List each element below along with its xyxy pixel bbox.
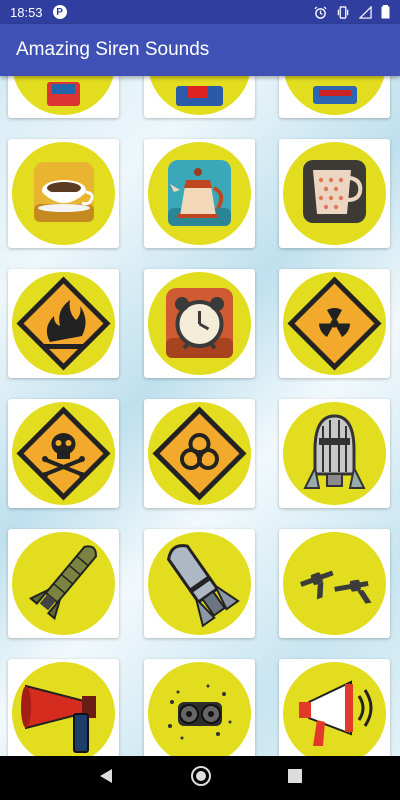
partial-icon xyxy=(12,76,115,115)
vibrate-icon xyxy=(336,5,350,19)
partial-icon xyxy=(283,76,386,115)
sound-grid[interactable] xyxy=(0,76,400,756)
app-bar: Amazing Siren Sounds xyxy=(0,24,400,76)
revolvers-icon xyxy=(283,532,386,635)
grid-row xyxy=(0,399,400,508)
air-horn-icon xyxy=(12,662,115,756)
sound-tile-skull[interactable] xyxy=(8,399,119,508)
nuclear-bomb-icon xyxy=(283,402,386,505)
grid-row xyxy=(0,76,400,118)
megaphone-icon xyxy=(283,662,386,756)
sound-tile-air-horn[interactable] xyxy=(8,659,119,756)
battery-icon xyxy=(381,5,390,19)
sound-tile-fire[interactable] xyxy=(8,269,119,378)
speaker-icon xyxy=(147,662,251,756)
sound-tile-revolvers[interactable] xyxy=(279,529,390,638)
partial-icon xyxy=(147,76,251,115)
alarm-icon xyxy=(314,5,327,19)
missile-icon xyxy=(12,532,115,635)
fire-warning-icon xyxy=(12,272,115,375)
tea-mug-icon xyxy=(283,142,386,245)
sound-tile-teapot[interactable] xyxy=(143,139,255,248)
status-bar: 18:53 P xyxy=(0,0,400,24)
back-icon[interactable] xyxy=(97,767,115,790)
teapot-icon xyxy=(147,142,251,245)
sound-tile[interactable] xyxy=(143,76,255,118)
sound-tile-megaphone[interactable] xyxy=(279,659,390,756)
signal-icon xyxy=(359,5,372,19)
sound-tile-coffee[interactable] xyxy=(8,139,119,248)
parking-app-icon: P xyxy=(52,5,67,19)
navigation-bar xyxy=(0,756,400,800)
recents-icon[interactable] xyxy=(287,768,303,789)
sound-tile-missile[interactable] xyxy=(8,529,119,638)
sound-tile-speaker[interactable] xyxy=(143,659,255,756)
sound-tile-radiation[interactable] xyxy=(279,269,390,378)
coffee-cup-icon xyxy=(12,142,115,245)
sound-tile-nuclear-bomb[interactable] xyxy=(279,399,390,508)
skull-warning-icon xyxy=(12,402,115,505)
sound-tile-aerial-bomb[interactable] xyxy=(143,529,255,638)
sound-tile-alarm-clock[interactable] xyxy=(143,269,255,378)
grid-row xyxy=(0,139,400,248)
status-time: 18:53 xyxy=(10,4,43,20)
alarm-clock-icon xyxy=(147,272,251,375)
sound-tile[interactable] xyxy=(8,76,119,118)
sound-tile-biohazard[interactable] xyxy=(143,399,255,508)
grid-row xyxy=(0,529,400,638)
biohazard-warning-icon xyxy=(147,402,251,505)
grid-row xyxy=(0,269,400,378)
grid-row xyxy=(0,659,400,756)
radiation-warning-icon xyxy=(283,272,386,375)
aerial-bomb-icon xyxy=(147,532,251,635)
sound-tile-tea-mug[interactable] xyxy=(279,139,390,248)
sound-tile[interactable] xyxy=(279,76,390,118)
home-icon[interactable] xyxy=(190,765,212,792)
app-title: Amazing Siren Sounds xyxy=(16,39,210,60)
